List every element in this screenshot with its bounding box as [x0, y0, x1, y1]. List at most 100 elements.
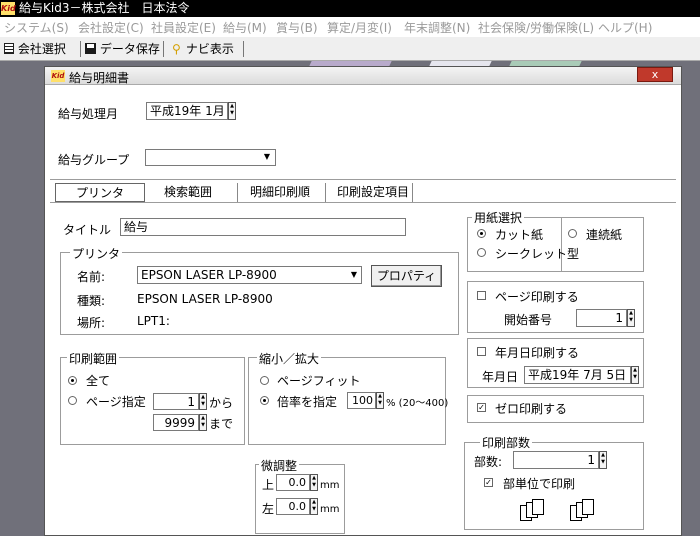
menu-year-end[interactable]: 年末調整(N): [404, 19, 470, 36]
start-number-input[interactable]: 1: [576, 309, 627, 327]
copies-count-label: 部数:: [474, 455, 503, 469]
to-suffix: まで: [209, 417, 234, 431]
menu-salary[interactable]: 給与(M): [223, 19, 267, 36]
left-unit: mm: [320, 504, 340, 515]
start-number-spinner[interactable]: ▲ ▼: [627, 309, 635, 327]
page-from-spinner[interactable]: ▲ ▼: [199, 393, 207, 410]
printer-type-label: 種類:: [77, 294, 106, 308]
tab-printer[interactable]: プリンタ: [55, 183, 145, 202]
navi-label: ナビ表示: [185, 42, 234, 56]
title-label: タイトル: [63, 223, 112, 237]
month-spinner[interactable]: ▲ ▼: [228, 102, 236, 120]
page-fit-radio[interactable]: [260, 376, 269, 385]
payslip-dialog: Kid 給与明細書 x 給与処理月 平成19年 1月 ▲ ▼ 給与グループ ▼ プ…: [44, 66, 682, 536]
print-range-title: 印刷範囲: [67, 350, 120, 367]
date-input[interactable]: 平成19年 7月 5日: [524, 366, 631, 384]
property-button[interactable]: プロパティ: [371, 265, 442, 287]
continuous-paper-label: 連続紙: [586, 228, 623, 242]
dialog-title: 給与明細書: [69, 71, 130, 85]
copies-count-input[interactable]: 1: [513, 451, 599, 469]
toolbar-separator: [80, 41, 81, 57]
left-offset-input[interactable]: 0.0: [276, 498, 310, 515]
top-offset-input[interactable]: 0.0: [276, 474, 310, 491]
secret-paper-radio[interactable]: [477, 248, 486, 257]
top-unit: mm: [320, 480, 340, 491]
ratio-range: % (20～400): [386, 398, 449, 409]
cut-paper-label: カット紙: [495, 228, 544, 242]
printer-location-value: LPT1:: [137, 314, 170, 328]
collate-checkbox[interactable]: ✓: [484, 478, 493, 487]
ratio-label: 倍率を指定: [277, 395, 338, 409]
company-select-button[interactable]: 会社選択: [4, 40, 66, 58]
scale-group-title: 縮小／拡大: [257, 350, 322, 367]
menu-employee-settings[interactable]: 社員設定(E): [151, 19, 216, 36]
navi-button[interactable]: ⚲ ナビ表示: [172, 40, 234, 58]
menu-help[interactable]: ヘルプ(H): [598, 19, 652, 36]
page-to-spinner[interactable]: ▲ ▼: [199, 414, 207, 431]
app-icon: Kid: [51, 70, 65, 82]
group-select[interactable]: [145, 149, 276, 166]
date-print-label: 年月日印刷する: [495, 346, 580, 360]
start-number-label: 開始番号: [504, 313, 553, 327]
printer-type-value: EPSON LASER LP-8900: [137, 292, 273, 306]
printer-group-title: プリンタ: [70, 245, 123, 262]
top-offset-spinner[interactable]: ▲ ▼: [310, 474, 318, 491]
tab-divider: [50, 202, 676, 203]
menu-insurance[interactable]: 社会保険/労働保険(L): [478, 19, 594, 36]
menu-system[interactable]: システム(S): [4, 19, 69, 36]
chevron-down-icon[interactable]: ▼: [260, 150, 274, 165]
copies-count-spinner[interactable]: ▲ ▼: [599, 451, 607, 469]
month-input[interactable]: 平成19年 1月: [146, 102, 228, 120]
month-label: 給与処理月: [58, 107, 119, 121]
from-suffix: から: [209, 396, 234, 410]
toolbar-separator: [243, 41, 244, 57]
chevron-down-icon[interactable]: ▼: [347, 268, 361, 282]
top-label: 上: [262, 478, 275, 492]
adjust-group-title: 微調整: [259, 457, 300, 474]
date-spinner[interactable]: ▲ ▼: [631, 366, 639, 384]
menu-calculation[interactable]: 算定/月変(I): [327, 19, 392, 36]
ratio-radio[interactable]: [260, 396, 269, 405]
page-range-label: ページ指定: [86, 395, 146, 409]
left-label: 左: [262, 502, 275, 516]
collate-pages-icon: [570, 499, 600, 523]
all-radio[interactable]: [68, 376, 77, 385]
continuous-paper-radio[interactable]: [568, 229, 577, 238]
page-from-input[interactable]: 1: [153, 393, 199, 410]
printer-name-label: 名前:: [77, 270, 106, 284]
zero-print-checkbox[interactable]: ✓: [477, 403, 486, 412]
ratio-input[interactable]: 100: [347, 392, 376, 409]
page-print-label: ページ印刷する: [495, 290, 579, 304]
divider: [50, 179, 676, 180]
collate-label: 部単位で印刷: [503, 477, 576, 491]
tab-search-range[interactable]: 検索範囲: [164, 183, 212, 202]
menu-bonus[interactable]: 賞与(B): [276, 19, 318, 36]
menu-company-settings[interactable]: 会社設定(C): [78, 19, 144, 36]
page-range-radio[interactable]: [68, 396, 77, 405]
ratio-spinner[interactable]: ▲ ▼: [376, 392, 384, 409]
date-print-checkbox[interactable]: [477, 347, 486, 356]
printer-name-select[interactable]: EPSON LASER LP-8900: [137, 266, 362, 284]
dialog-body: 給与処理月 平成19年 1月 ▲ ▼ 給与グループ ▼ プリンタ 検索範囲 明細印…: [50, 87, 676, 535]
group-label: 給与グループ: [58, 153, 130, 167]
date-label: 年月日: [482, 370, 519, 384]
collate-pages-icon: [520, 499, 550, 523]
save-data-button[interactable]: データ保存: [85, 40, 160, 58]
tab-print-items[interactable]: 印刷設定項目: [325, 183, 414, 202]
all-label: 全て: [86, 374, 111, 388]
toolbar: 会社選択 データ保存 ⚲ ナビ表示: [0, 37, 700, 61]
cut-paper-radio[interactable]: [477, 229, 486, 238]
page-to-input[interactable]: 9999: [153, 414, 199, 431]
left-offset-spinner[interactable]: ▲ ▼: [310, 498, 318, 515]
runner-icon: ⚲: [172, 42, 181, 56]
page-print-checkbox[interactable]: [477, 291, 486, 300]
floppy-disk-icon: [85, 43, 96, 54]
app-title: 給与Kid3－株式会社 日本法令: [19, 1, 190, 15]
building-icon: [4, 43, 14, 54]
title-input[interactable]: 給与: [120, 218, 406, 236]
paper-group-title: 用紙選択: [472, 209, 525, 226]
save-data-label: データ保存: [99, 42, 160, 56]
close-button[interactable]: x: [637, 67, 673, 82]
tab-print-order[interactable]: 明細印刷順: [237, 183, 310, 202]
menu-bar: システム(S) 会社設定(C) 社員設定(E) 給与(M) 賞与(B) 算定/月…: [0, 17, 700, 37]
